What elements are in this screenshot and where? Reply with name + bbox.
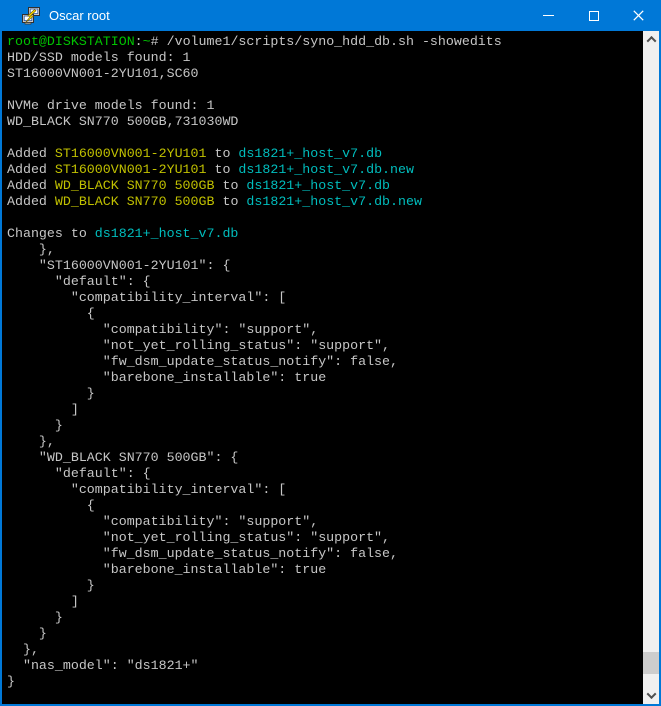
terminal-line: "compatibility": "support", <box>7 514 643 530</box>
close-icon <box>633 10 644 21</box>
terminal-line <box>7 210 643 226</box>
terminal-line: Added ST16000VN001-2YU101 to ds1821+_hos… <box>7 146 643 162</box>
terminal-line: Added WD_BLACK SN770 500GB to ds1821+_ho… <box>7 178 643 194</box>
window-title: Oscar root <box>49 8 526 23</box>
terminal-line: Changes to ds1821+_host_v7.db <box>7 226 643 242</box>
putty-icon <box>21 6 41 26</box>
terminal-line: "WD_BLACK SN770 500GB": { <box>7 450 643 466</box>
terminal-line: } <box>7 610 643 626</box>
terminal-line: "nas_model": "ds1821+" <box>7 658 643 674</box>
scrollbar[interactable] <box>643 31 659 704</box>
close-button[interactable] <box>616 0 661 31</box>
putty-window: Oscar root root@DISKSTATION:~# /volume1/… <box>0 0 661 706</box>
terminal-line: ST16000VN001-2YU101,SC60 <box>7 66 643 82</box>
terminal-line: }, <box>7 242 643 258</box>
maximize-icon <box>589 11 599 21</box>
terminal-line: "barebone_installable": true <box>7 562 643 578</box>
terminal-line: "default": { <box>7 274 643 290</box>
terminal-line: "not_yet_rolling_status": "support", <box>7 530 643 546</box>
window-body: root@DISKSTATION:~# /volume1/scripts/syn… <box>2 31 659 704</box>
terminal-line: "default": { <box>7 466 643 482</box>
terminal-line <box>7 130 643 146</box>
terminal-line: NVMe drive models found: 1 <box>7 98 643 114</box>
terminal-line: ] <box>7 402 643 418</box>
terminal-line: } <box>7 674 643 690</box>
terminal-line: }, <box>7 642 643 658</box>
terminal-line: HDD/SSD models found: 1 <box>7 50 643 66</box>
terminal-line: root@DISKSTATION:~# /volume1/scripts/syn… <box>7 34 643 50</box>
terminal-line <box>7 82 643 98</box>
scrollbar-thumb[interactable] <box>643 652 659 674</box>
terminal-line: WD_BLACK SN770 500GB,731030WD <box>7 114 643 130</box>
terminal-line: } <box>7 578 643 594</box>
terminal-line: }, <box>7 434 643 450</box>
terminal-line: { <box>7 498 643 514</box>
terminal-line: { <box>7 306 643 322</box>
terminal-line: } <box>7 418 643 434</box>
terminal-line: "not_yet_rolling_status": "support", <box>7 338 643 354</box>
terminal-line: Added WD_BLACK SN770 500GB to ds1821+_ho… <box>7 194 643 210</box>
terminal-line: ] <box>7 594 643 610</box>
terminal-line: "fw_dsm_update_status_notify": false, <box>7 546 643 562</box>
terminal-line: Added ST16000VN001-2YU101 to ds1821+_hos… <box>7 162 643 178</box>
terminal-line: "compatibility": "support", <box>7 322 643 338</box>
titlebar[interactable]: Oscar root <box>0 0 661 31</box>
minimize-icon <box>543 15 554 16</box>
terminal-line: } <box>7 386 643 402</box>
chevron-up-icon <box>646 36 656 46</box>
terminal-line: } <box>7 626 643 642</box>
window-controls <box>526 0 661 31</box>
terminal-line: "compatibility_interval": [ <box>7 290 643 306</box>
chevron-down-icon <box>646 689 656 699</box>
scroll-up-button[interactable] <box>643 31 659 48</box>
maximize-button[interactable] <box>571 0 616 31</box>
scroll-down-button[interactable] <box>643 687 659 704</box>
terminal-line: "ST16000VN001-2YU101": { <box>7 258 643 274</box>
terminal-line: "barebone_installable": true <box>7 370 643 386</box>
minimize-button[interactable] <box>526 0 571 31</box>
terminal-output[interactable]: root@DISKSTATION:~# /volume1/scripts/syn… <box>2 31 643 704</box>
terminal-line: "fw_dsm_update_status_notify": false, <box>7 354 643 370</box>
terminal-line: "compatibility_interval": [ <box>7 482 643 498</box>
